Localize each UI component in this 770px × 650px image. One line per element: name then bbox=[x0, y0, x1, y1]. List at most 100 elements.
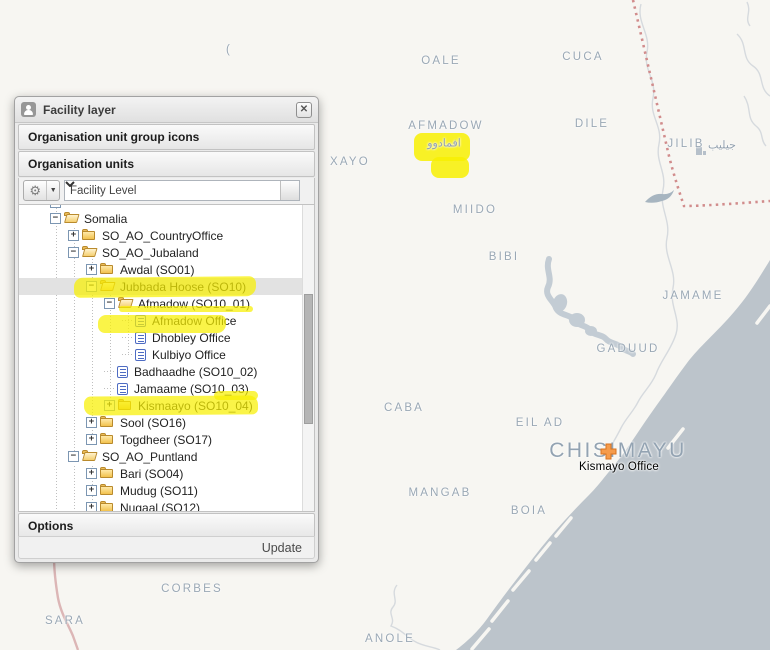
tree-item-label: Afmadow Office bbox=[152, 314, 236, 328]
tree-item-togdheer[interactable]: Togdheer (SO17) bbox=[19, 431, 303, 448]
map-label-cuca: CUCA bbox=[562, 51, 603, 63]
tree-options-split-button[interactable] bbox=[23, 180, 60, 201]
map-label-miido: MIIDO bbox=[453, 204, 497, 216]
facility-leaf-icon bbox=[135, 332, 146, 344]
facility-level-combobox[interactable] bbox=[64, 180, 300, 201]
map-label-gaduud: GADUUD bbox=[596, 343, 659, 355]
map-label-anole: ANOLE bbox=[365, 633, 415, 645]
wetland bbox=[547, 259, 633, 354]
tree-item-label: Kismaayo (SO10_04) bbox=[138, 399, 253, 413]
tree-item-label: Badhaadhe (SO10_02) bbox=[134, 365, 257, 379]
tree-item-mudug[interactable]: Mudug (SO11) bbox=[19, 482, 303, 499]
folder-closed-icon bbox=[100, 484, 115, 497]
folder-open-icon bbox=[118, 297, 133, 310]
expander-plus-icon[interactable] bbox=[86, 468, 97, 479]
section-label: Organisation unit group icons bbox=[28, 130, 199, 144]
tree-item-awdal[interactable]: Awdal (SO01) bbox=[19, 261, 303, 278]
facility-layer-icon bbox=[21, 102, 36, 117]
tree-item-label: SO_AO_Jubaland bbox=[102, 246, 199, 260]
tree-guide-stub bbox=[122, 346, 133, 363]
map-label-bibi: BIBI bbox=[489, 251, 520, 263]
window-title: Facility layer bbox=[43, 103, 116, 117]
close-icon[interactable] bbox=[296, 102, 312, 118]
tree-item-afmadow-office[interactable]: Afmadow Office bbox=[19, 312, 303, 329]
expander-minus-icon[interactable] bbox=[50, 213, 61, 224]
section-label: Organisation units bbox=[28, 157, 134, 171]
folder-closed-icon bbox=[82, 229, 97, 242]
tree-scrollbar[interactable] bbox=[302, 205, 314, 511]
tree-guide-stub bbox=[104, 363, 115, 380]
tree-item-jubbada-hoose[interactable]: Jubbada Hoose (SO10) bbox=[19, 278, 303, 295]
section-org-unit-group-icons[interactable]: Organisation unit group icons bbox=[18, 124, 315, 150]
facility-level-combo-input[interactable] bbox=[65, 181, 280, 200]
lake bbox=[645, 190, 674, 203]
facility-layer-window: Facility layer Organisation unit group i… bbox=[14, 96, 319, 563]
folder-closed-icon bbox=[100, 433, 115, 446]
tree-item-jubaland[interactable]: SO_AO_Jubaland bbox=[19, 244, 303, 261]
expander-minus-icon[interactable] bbox=[68, 451, 79, 462]
window-footer: Update bbox=[18, 536, 315, 559]
tree-item-label: Nugaal (SO12) bbox=[120, 501, 200, 513]
facility-marker-label: Kismayo Office bbox=[579, 461, 659, 473]
map-label-xayo: XAYO bbox=[330, 156, 370, 168]
map-label-boia: BOIA bbox=[511, 505, 547, 517]
expander-plus-icon[interactable] bbox=[86, 434, 97, 445]
map-label-eil-ad: EIL AD bbox=[516, 417, 565, 429]
map-label-chisimayu: CHISIMAYU bbox=[549, 439, 687, 463]
map-label-sara: SARA bbox=[45, 615, 85, 627]
tree-item-kulbiyo-office[interactable]: Kulbiyo Office bbox=[19, 346, 303, 363]
facility-marker-icon[interactable] bbox=[600, 443, 617, 460]
tree-item-country-office[interactable]: SO_AO_CountryOffice bbox=[19, 227, 303, 244]
expander-plus-icon[interactable] bbox=[68, 230, 79, 241]
org-unit-tree[interactable]: Somalia SO_AO_CountryOffice SO_AO_Jubala… bbox=[18, 205, 315, 512]
tree-guide-stub bbox=[104, 380, 115, 397]
facility-leaf-icon bbox=[135, 349, 146, 361]
tree-item-kismaayo[interactable]: Kismaayo (SO10_04) bbox=[19, 397, 303, 414]
tree-item-label: Sool (SO16) bbox=[120, 416, 186, 430]
tree-item-sool[interactable]: Sool (SO16) bbox=[19, 414, 303, 431]
map-label-dile: DILE bbox=[575, 118, 609, 130]
tree-item-bari[interactable]: Bari (SO04) bbox=[19, 465, 303, 482]
combo-trigger-button[interactable] bbox=[280, 181, 299, 200]
folder-closed-icon bbox=[118, 399, 133, 412]
expander-minus-icon[interactable] bbox=[104, 298, 115, 309]
tree-item-afmadow-district[interactable]: Afmadow (SO10_01) bbox=[19, 295, 303, 312]
tree-item-label: Kulbiyo Office bbox=[152, 348, 226, 362]
expander-plus-icon[interactable] bbox=[86, 264, 97, 275]
folder-closed-icon bbox=[100, 501, 115, 512]
tree-item-jamaame[interactable]: Jamaame (SO10_03) bbox=[19, 380, 303, 397]
map-label-mangab: MANGAB bbox=[408, 487, 471, 499]
section-organisation-units[interactable]: Organisation units bbox=[18, 151, 315, 177]
facility-leaf-icon bbox=[135, 315, 146, 327]
scrollbar-thumb[interactable] bbox=[304, 294, 313, 424]
map-label-caba: CABA bbox=[384, 402, 424, 414]
expander-plus-icon[interactable] bbox=[104, 400, 115, 411]
tree-item-label: SO_AO_Puntland bbox=[102, 450, 197, 464]
folder-open-icon bbox=[64, 212, 79, 225]
chevron-down-icon bbox=[65, 181, 75, 187]
tree-item-puntland[interactable]: SO_AO_Puntland bbox=[19, 448, 303, 465]
expander-plus-icon[interactable] bbox=[86, 485, 97, 496]
tree-item-label: Bari (SO04) bbox=[120, 467, 183, 481]
tree-item-badhaadhe[interactable]: Badhaadhe (SO10_02) bbox=[19, 363, 303, 380]
map-canvas[interactable]: ( OALE CUCA AFMADOW افمادوو DILE XAYO JI… bbox=[0, 0, 770, 650]
expander-plus-icon[interactable] bbox=[86, 502, 97, 512]
update-button[interactable]: Update bbox=[262, 541, 302, 555]
tree-item-label: Awdal (SO01) bbox=[120, 263, 194, 277]
tree-guide-stub bbox=[122, 329, 133, 346]
map-label-partial: ( bbox=[226, 44, 232, 56]
org-unit-toolbar bbox=[18, 178, 315, 205]
map-label-afmadow-arabic: افمادوو bbox=[427, 137, 461, 150]
folder-closed-icon bbox=[100, 263, 115, 276]
expander-minus-icon[interactable] bbox=[68, 247, 79, 258]
window-titlebar[interactable]: Facility layer bbox=[15, 97, 318, 123]
tree-item-label: Jamaame (SO10_03) bbox=[134, 382, 249, 396]
expander-plus-icon[interactable] bbox=[86, 417, 97, 428]
expander-minus-icon bbox=[50, 205, 61, 208]
tree-item-dhobley-office[interactable]: Dhobley Office bbox=[19, 329, 303, 346]
tree-item-somalia[interactable]: Somalia bbox=[19, 210, 303, 227]
tree-item-nugaal[interactable]: Nugaal (SO12) bbox=[19, 499, 303, 512]
tree-guide-stub bbox=[122, 312, 133, 329]
expander-minus-icon[interactable] bbox=[86, 281, 97, 292]
map-label-jamame: JAMAME bbox=[662, 290, 723, 302]
